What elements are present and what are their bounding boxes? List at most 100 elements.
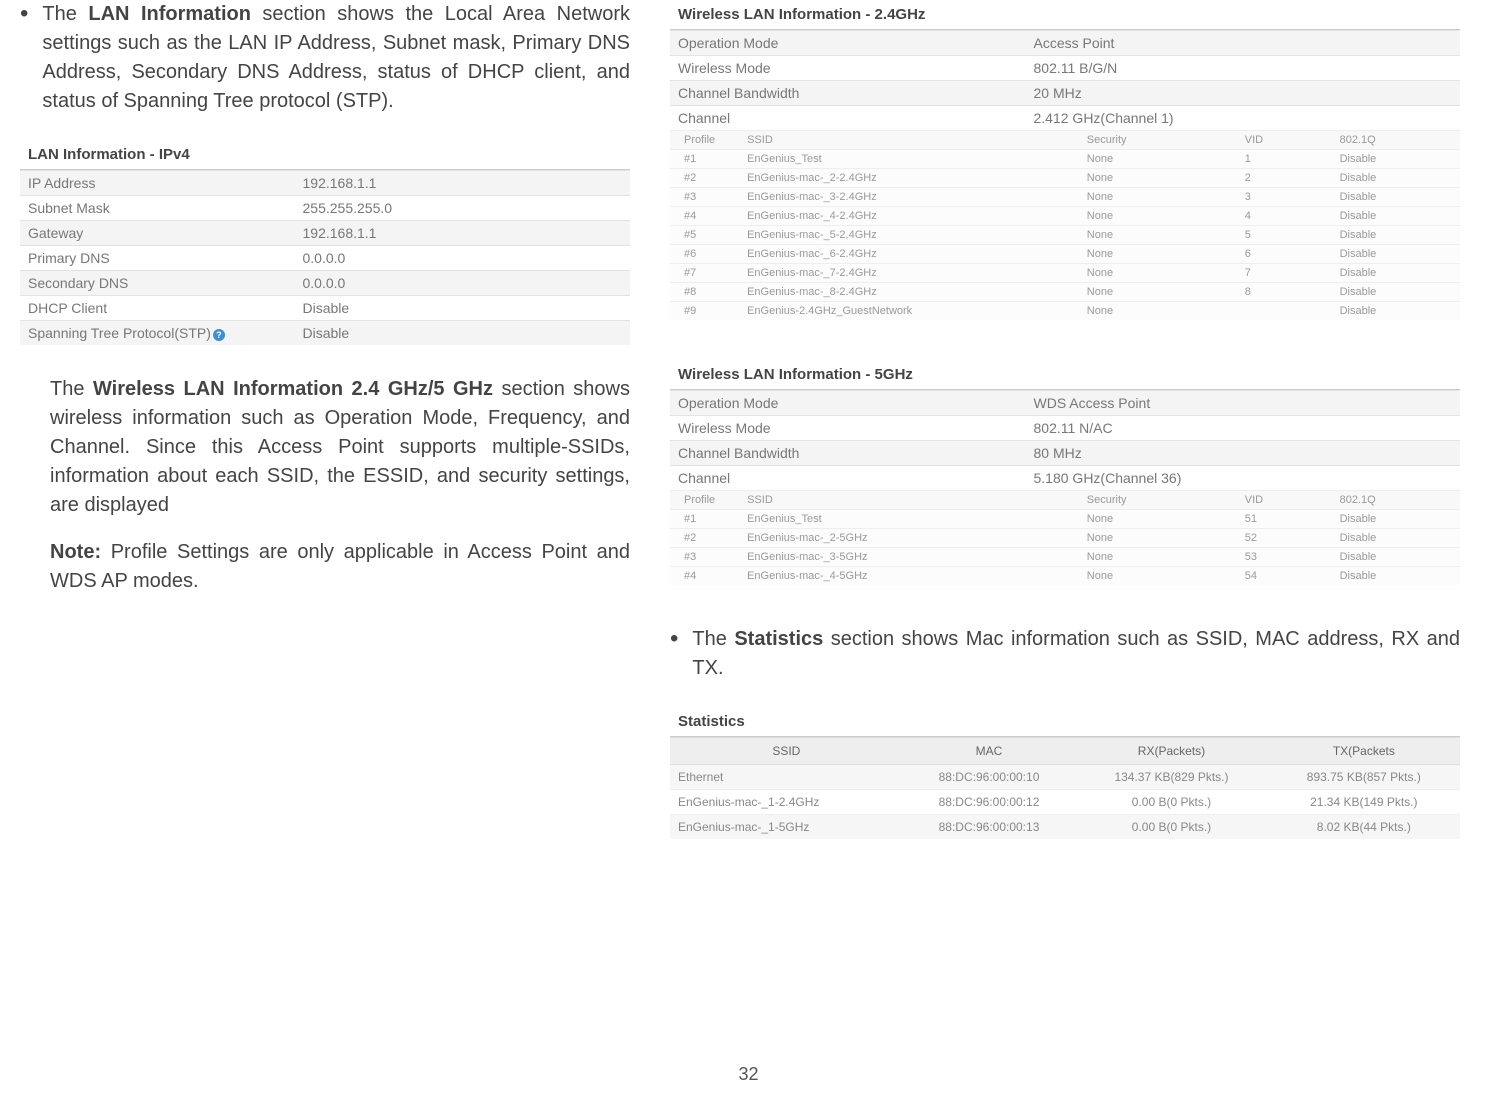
cell: 2 (1239, 169, 1334, 188)
table-row: Channel Bandwidth80 MHz (670, 441, 1460, 466)
cell: 6 (1239, 245, 1334, 264)
column-header: SSID (670, 738, 903, 765)
cell: None (1081, 188, 1239, 207)
column-header: Profile (670, 491, 741, 510)
cell: #5 (670, 226, 741, 245)
table-key: DHCP Client (20, 296, 295, 321)
table-value: 2.412 GHz(Channel 1) (1026, 106, 1461, 131)
cell: 134.37 KB(829 Pkts.) (1075, 765, 1267, 790)
table-value: 80 MHz (1026, 441, 1461, 466)
table-header-row: ProfileSSIDSecurityVID802.1Q (670, 131, 1460, 150)
cell: 1 (1239, 150, 1334, 169)
cell: Disable (1334, 302, 1460, 321)
cell: 3 (1239, 188, 1334, 207)
table-value: 802.11 N/AC (1026, 416, 1461, 441)
cell: 0.00 B(0 Pkts.) (1075, 790, 1267, 815)
cell: 893.75 KB(857 Pkts.) (1268, 765, 1460, 790)
table-key: Channel Bandwidth (670, 81, 1026, 106)
column-header: 802.1Q (1334, 491, 1460, 510)
cell: Disable (1334, 188, 1460, 207)
cell: Disable (1334, 207, 1460, 226)
cell: EnGenius-mac-_2-5GHz (741, 529, 1081, 548)
note-text: Profile Settings are only applicable in … (50, 541, 630, 592)
cell: None (1081, 302, 1239, 321)
table-row: Wireless Mode802.11 B/G/N (670, 56, 1460, 81)
table-value: Disable (295, 296, 631, 321)
table-row: DHCP ClientDisable (20, 296, 630, 321)
cell: EnGenius-mac-_8-2.4GHz (741, 283, 1081, 302)
table-value: Disable (295, 321, 631, 346)
cell: EnGenius_Test (741, 150, 1081, 169)
table-row: Operation ModeWDS Access Point (670, 391, 1460, 416)
text: The (50, 378, 93, 400)
table-row: Spanning Tree Protocol(STP)?Disable (20, 321, 630, 346)
cell: #4 (670, 207, 741, 226)
cell: 53 (1239, 548, 1334, 567)
table-value: 5.180 GHz(Channel 36) (1026, 466, 1461, 491)
statistics-title: Statistics (670, 707, 1460, 737)
cell: EnGenius-mac-_5-2.4GHz (741, 226, 1081, 245)
cell: 0.00 B(0 Pkts.) (1075, 815, 1267, 840)
table-row: Channel2.412 GHz(Channel 1) (670, 106, 1460, 131)
column-header: RX(Packets) (1075, 738, 1267, 765)
table-value: WDS Access Point (1026, 391, 1461, 416)
table-row: Ethernet88:DC:96:00:00:10134.37 KB(829 P… (670, 765, 1460, 790)
column-header: Security (1081, 491, 1239, 510)
cell: Disable (1334, 245, 1460, 264)
table-key: Wireless Mode (670, 416, 1026, 441)
table-key: Channel (670, 106, 1026, 131)
table-row: #3EnGenius-mac-_3-2.4GHzNone3Disable (670, 188, 1460, 207)
table-key: Subnet Mask (20, 196, 295, 221)
cell: EnGenius-mac-_2-2.4GHz (741, 169, 1081, 188)
wlan-24-title: Wireless LAN Information - 2.4GHz (670, 0, 1460, 30)
column-header: SSID (741, 131, 1081, 150)
table-row: #2EnGenius-mac-_2-2.4GHzNone2Disable (670, 169, 1460, 188)
cell: 8.02 KB(44 Pkts.) (1268, 815, 1460, 840)
lan-info-table: LAN Information - IPv4 IP Address192.168… (20, 140, 630, 345)
table-value: 192.168.1.1 (295, 221, 631, 246)
cell: #2 (670, 529, 741, 548)
column-header: VID (1239, 491, 1334, 510)
cell: Ethernet (670, 765, 903, 790)
table-key: Operation Mode (670, 391, 1026, 416)
table-row: #1EnGenius_TestNone1Disable (670, 150, 1460, 169)
text-bold: Statistics (734, 628, 823, 650)
lan-info-paragraph: • The LAN Information section shows the … (20, 0, 630, 134)
table-row: Operation ModeAccess Point (670, 31, 1460, 56)
table-row: EnGenius-mac-_1-5GHz88:DC:96:00:00:130.0… (670, 815, 1460, 840)
column-header: SSID (741, 491, 1081, 510)
cell: None (1081, 264, 1239, 283)
text: The (692, 628, 734, 650)
table-key: Spanning Tree Protocol(STP)? (20, 321, 295, 346)
cell: EnGenius-2.4GHz_GuestNetwork (741, 302, 1081, 321)
cell: Disable (1334, 529, 1460, 548)
wlan-5-title: Wireless LAN Information - 5GHz (670, 360, 1460, 390)
table-value: 802.11 B/G/N (1026, 56, 1461, 81)
cell: 51 (1239, 510, 1334, 529)
table-header-row: ProfileSSIDSecurityVID802.1Q (670, 491, 1460, 510)
cell: EnGenius-mac-_1-2.4GHz (670, 790, 903, 815)
cell: Disable (1334, 150, 1460, 169)
table-row: #9EnGenius-2.4GHz_GuestNetworkNone Disabl… (670, 302, 1460, 321)
cell: #1 (670, 150, 741, 169)
cell: None (1081, 283, 1239, 302)
cell: #7 (670, 264, 741, 283)
page-number: 32 (0, 1064, 1497, 1085)
column-header: VID (1239, 131, 1334, 150)
cell: Disable (1334, 226, 1460, 245)
cell: None (1081, 510, 1239, 529)
cell: EnGenius-mac-_3-5GHz (741, 548, 1081, 567)
table-row: #5EnGenius-mac-_5-2.4GHzNone5Disable (670, 226, 1460, 245)
table-row: #6EnGenius-mac-_6-2.4GHzNone6Disable (670, 245, 1460, 264)
cell: #1 (670, 510, 741, 529)
table-row: #3EnGenius-mac-_3-5GHzNone53Disable (670, 548, 1460, 567)
column-header: Security (1081, 131, 1239, 150)
lan-info-title: LAN Information - IPv4 (20, 140, 630, 170)
table-row: EnGenius-mac-_1-2.4GHz88:DC:96:00:00:120… (670, 790, 1460, 815)
column-header: Profile (670, 131, 741, 150)
cell: #9 (670, 302, 741, 321)
table-row: Channel Bandwidth20 MHz (670, 81, 1460, 106)
cell: Disable (1334, 283, 1460, 302)
help-icon[interactable]: ? (213, 329, 225, 341)
text-bold: LAN Information (88, 3, 251, 25)
